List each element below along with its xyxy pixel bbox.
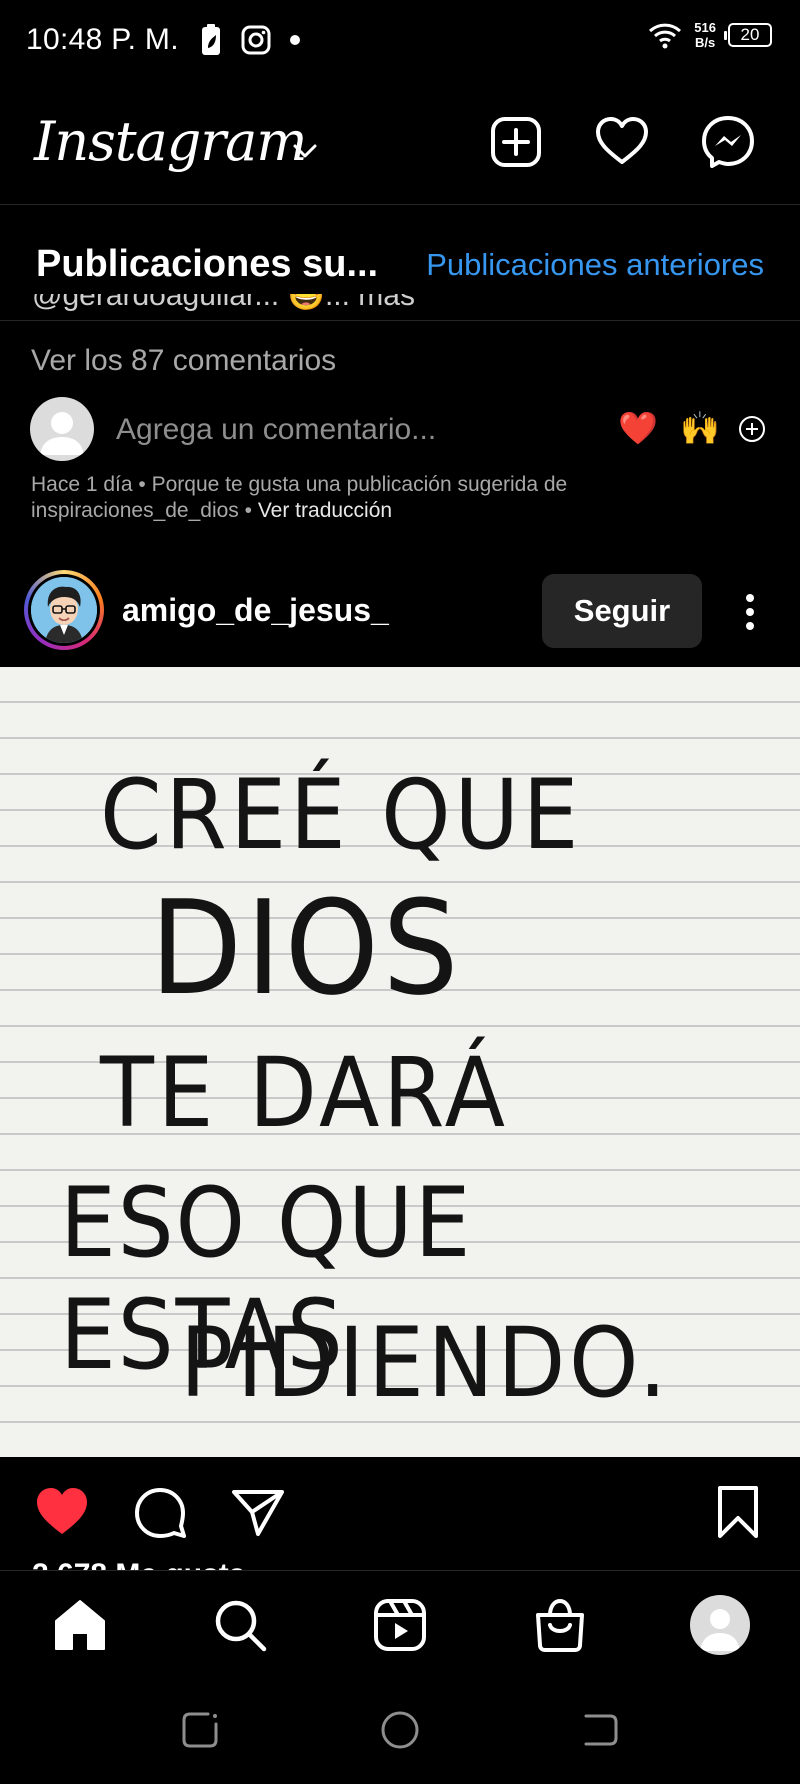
bottom-nav [0,1570,800,1680]
net-speed-value: 516 [694,20,716,35]
section-title: Publicaciones su... [36,243,379,285]
previous-posts-link[interactable]: Publicaciones anteriores [426,247,764,283]
net-speed: 516 B/s [694,20,716,50]
post-header: amigo_de_jesus_ Seguir [0,564,800,660]
messenger-icon[interactable] [700,114,756,170]
avatar [28,574,100,646]
instagram-notification-icon [241,25,271,55]
image-text-line-2: DIOS [150,872,463,1024]
cartoon-avatar-icon [31,577,97,643]
back-icon[interactable] [578,1708,622,1752]
like-heart-filled-icon[interactable] [34,1484,90,1540]
likes-count-text: 2.678 Me gusta [32,1560,245,1570]
create-post-icon[interactable] [488,114,544,170]
image-text-line-5: PIDIENDO. [180,1307,671,1419]
save-bookmark-icon[interactable] [710,1484,766,1540]
more-options-icon[interactable] [734,588,766,636]
home-icon[interactable] [50,1595,110,1655]
post-username[interactable]: amigo_de_jesus_ [122,592,389,629]
chevron-down-icon[interactable] [292,142,318,160]
image-text-line-3: TE DARÁ [100,1037,509,1149]
story-ring[interactable] [24,570,104,650]
instagram-logo[interactable]: Instagram [34,110,307,173]
see-translation-link[interactable]: Ver traducción [258,499,392,522]
comment-icon[interactable] [132,1484,188,1540]
add-emoji-icon[interactable] [738,415,766,443]
follow-button[interactable]: Seguir [542,574,702,648]
activity-heart-icon[interactable] [594,114,650,170]
view-comments-link[interactable]: Ver los 87 comentarios [31,344,336,378]
post-action-bar [0,1460,800,1570]
status-right: 516 B/s 20 [648,20,772,50]
status-bar: 10:48 P. M. 516 B/s 20 [0,0,800,80]
profile-avatar-icon [700,1609,740,1651]
shop-icon[interactable] [530,1595,590,1655]
reels-icon[interactable] [370,1595,430,1655]
battery-level: 20 [740,25,760,44]
add-comment-row: Agrega un comentario... ❤️ 🙌 [30,397,770,461]
search-icon[interactable] [210,1595,270,1655]
battery-indicator: 20 [724,23,772,47]
net-speed-unit: B/s [695,35,716,50]
likes-count-clipped: 2.678 Me gusta [32,1560,245,1570]
clipped-caption-text: @gerardoaguilar... 🤩... más [32,294,415,312]
heart-emoji-button[interactable]: ❤️ [618,409,658,447]
status-time: 10:48 P. M. [26,23,179,56]
clipped-caption: @gerardoaguilar... 🤩... más [32,294,415,324]
share-send-icon[interactable] [230,1484,286,1540]
image-text-line-1: CREÉ QUE [100,759,583,871]
dot-icon [289,35,300,45]
status-notification-icons [199,23,301,57]
profile-icon[interactable] [690,1595,750,1655]
app-header: Instagram [0,90,800,200]
wifi-icon [649,23,682,49]
raised-hands-emoji-button[interactable]: 🙌 [680,409,720,447]
recents-icon[interactable] [178,1708,222,1752]
battery-saver-icon [201,24,220,55]
home-circle-icon[interactable] [378,1708,422,1752]
default-avatar-icon [40,412,84,455]
post-image[interactable]: CREÉ QUE DIOS TE DARÁ ESO QUE ESTAS PIDI… [0,667,800,1457]
post-meta: Hace 1 día • Porque te gusta una publica… [31,472,651,524]
avatar [30,397,94,461]
system-nav [0,1680,800,1784]
avatar-image [31,577,97,643]
comment-input[interactable]: Agrega un comentario... [116,413,436,447]
